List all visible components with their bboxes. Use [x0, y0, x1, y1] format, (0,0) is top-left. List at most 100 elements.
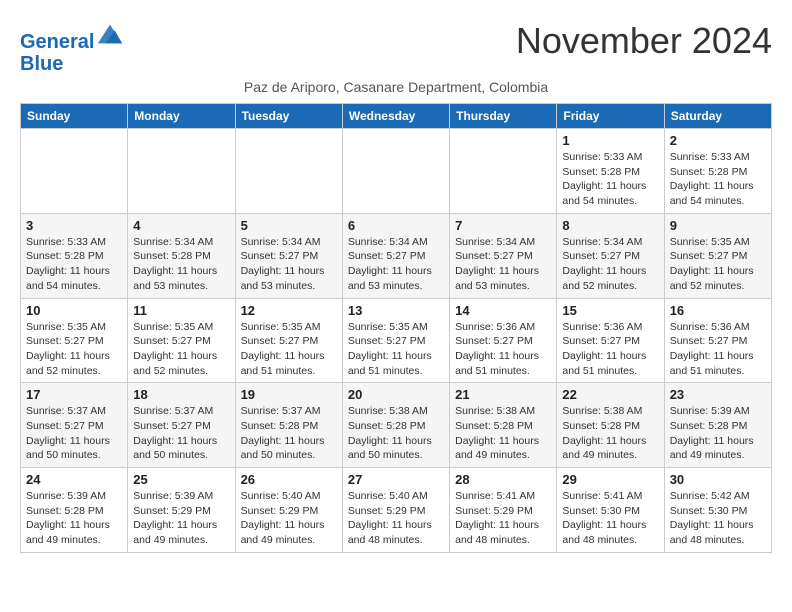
day-info: Sunrise: 5:34 AM Sunset: 5:27 PM Dayligh…	[562, 235, 658, 294]
day-number: 4	[133, 218, 229, 233]
day-number: 21	[455, 387, 551, 402]
day-number: 26	[241, 472, 337, 487]
calendar-cell: 14 Sunrise: 5:36 AM Sunset: 5:27 PM Dayli…	[450, 298, 557, 383]
day-number: 15	[562, 303, 658, 318]
calendar-cell	[450, 129, 557, 214]
day-info: Sunrise: 5:36 AM Sunset: 5:27 PM Dayligh…	[562, 320, 658, 379]
calendar-week-row: 3 Sunrise: 5:33 AM Sunset: 5:28 PM Daylig…	[21, 213, 772, 298]
calendar-cell: 18 Sunrise: 5:37 AM Sunset: 5:27 PM Dayli…	[128, 383, 235, 468]
calendar-cell: 11 Sunrise: 5:35 AM Sunset: 5:27 PM Dayli…	[128, 298, 235, 383]
day-info: Sunrise: 5:41 AM Sunset: 5:29 PM Dayligh…	[455, 489, 551, 548]
page-header: General Blue November 2024	[20, 20, 772, 75]
day-number: 13	[348, 303, 444, 318]
calendar-cell	[235, 129, 342, 214]
day-info: Sunrise: 5:42 AM Sunset: 5:30 PM Dayligh…	[670, 489, 766, 548]
day-number: 19	[241, 387, 337, 402]
day-number: 14	[455, 303, 551, 318]
calendar-week-row: 10 Sunrise: 5:35 AM Sunset: 5:27 PM Dayli…	[21, 298, 772, 383]
calendar-cell: 3 Sunrise: 5:33 AM Sunset: 5:28 PM Daylig…	[21, 213, 128, 298]
day-info: Sunrise: 5:37 AM Sunset: 5:27 PM Dayligh…	[133, 404, 229, 463]
calendar-cell: 16Sunrise: 5:36 AM Sunset: 5:27 PM Dayli…	[664, 298, 771, 383]
day-number: 27	[348, 472, 444, 487]
calendar-cell: 29 Sunrise: 5:41 AM Sunset: 5:30 PM Dayli…	[557, 468, 664, 553]
day-number: 30	[670, 472, 766, 487]
day-number: 2	[670, 133, 766, 148]
day-info: Sunrise: 5:39 AM Sunset: 5:28 PM Dayligh…	[670, 404, 766, 463]
calendar-cell	[128, 129, 235, 214]
calendar-cell: 9 Sunrise: 5:35 AM Sunset: 5:27 PM Daylig…	[664, 213, 771, 298]
calendar-cell: 19 Sunrise: 5:37 AM Sunset: 5:28 PM Dayli…	[235, 383, 342, 468]
day-info: Sunrise: 5:40 AM Sunset: 5:29 PM Dayligh…	[348, 489, 444, 548]
logo-text: General	[20, 20, 124, 53]
calendar-cell: 23 Sunrise: 5:39 AM Sunset: 5:28 PM Dayli…	[664, 383, 771, 468]
day-of-week-header: Friday	[557, 104, 664, 129]
day-number: 17	[26, 387, 122, 402]
calendar-week-row: 17 Sunrise: 5:37 AM Sunset: 5:27 PM Dayli…	[21, 383, 772, 468]
calendar-header-row: SundayMondayTuesdayWednesdayThursdayFrid…	[21, 104, 772, 129]
subtitle: Paz de Ariporo, Casanare Department, Col…	[20, 79, 772, 95]
day-number: 22	[562, 387, 658, 402]
day-number: 10	[26, 303, 122, 318]
calendar-cell: 21 Sunrise: 5:38 AM Sunset: 5:28 PM Dayli…	[450, 383, 557, 468]
logo-blue-text: Blue	[20, 53, 124, 75]
day-info: Sunrise: 5:39 AM Sunset: 5:29 PM Dayligh…	[133, 489, 229, 548]
calendar-cell: 30 Sunrise: 5:42 AM Sunset: 5:30 PM Dayli…	[664, 468, 771, 553]
day-number: 7	[455, 218, 551, 233]
day-info: Sunrise: 5:37 AM Sunset: 5:27 PM Dayligh…	[26, 404, 122, 463]
calendar-cell: 5 Sunrise: 5:34 AM Sunset: 5:27 PM Daylig…	[235, 213, 342, 298]
day-number: 29	[562, 472, 658, 487]
day-number: 11	[133, 303, 229, 318]
calendar-cell: 17 Sunrise: 5:37 AM Sunset: 5:27 PM Dayli…	[21, 383, 128, 468]
calendar-cell: 22 Sunrise: 5:38 AM Sunset: 5:28 PM Dayli…	[557, 383, 664, 468]
day-info: Sunrise: 5:34 AM Sunset: 5:28 PM Dayligh…	[133, 235, 229, 294]
day-info: Sunrise: 5:35 AM Sunset: 5:27 PM Dayligh…	[241, 320, 337, 379]
day-info: Sunrise: 5:38 AM Sunset: 5:28 PM Dayligh…	[348, 404, 444, 463]
day-number: 3	[26, 218, 122, 233]
calendar-cell: 13Sunrise: 5:35 AM Sunset: 5:27 PM Dayli…	[342, 298, 449, 383]
calendar-cell	[342, 129, 449, 214]
day-number: 24	[26, 472, 122, 487]
calendar-cell: 27 Sunrise: 5:40 AM Sunset: 5:29 PM Dayli…	[342, 468, 449, 553]
day-number: 28	[455, 472, 551, 487]
calendar-cell: 6 Sunrise: 5:34 AM Sunset: 5:27 PM Daylig…	[342, 213, 449, 298]
day-number: 5	[241, 218, 337, 233]
day-info: Sunrise: 5:39 AM Sunset: 5:28 PM Dayligh…	[26, 489, 122, 548]
day-number: 12	[241, 303, 337, 318]
calendar-cell	[21, 129, 128, 214]
day-of-week-header: Sunday	[21, 104, 128, 129]
day-info: Sunrise: 5:34 AM Sunset: 5:27 PM Dayligh…	[455, 235, 551, 294]
day-info: Sunrise: 5:35 AM Sunset: 5:27 PM Dayligh…	[133, 320, 229, 379]
day-info: Sunrise: 5:33 AM Sunset: 5:28 PM Dayligh…	[562, 150, 658, 209]
day-number: 6	[348, 218, 444, 233]
day-info: Sunrise: 5:41 AM Sunset: 5:30 PM Dayligh…	[562, 489, 658, 548]
day-info: Sunrise: 5:33 AM Sunset: 5:28 PM Dayligh…	[26, 235, 122, 294]
day-info: Sunrise: 5:40 AM Sunset: 5:29 PM Dayligh…	[241, 489, 337, 548]
calendar-week-row: 1Sunrise: 5:33 AM Sunset: 5:28 PM Daylig…	[21, 129, 772, 214]
day-number: 20	[348, 387, 444, 402]
day-info: Sunrise: 5:35 AM Sunset: 5:27 PM Dayligh…	[26, 320, 122, 379]
calendar-cell: 28 Sunrise: 5:41 AM Sunset: 5:29 PM Dayli…	[450, 468, 557, 553]
day-number: 25	[133, 472, 229, 487]
day-number: 23	[670, 387, 766, 402]
day-info: Sunrise: 5:36 AM Sunset: 5:27 PM Dayligh…	[455, 320, 551, 379]
day-of-week-header: Tuesday	[235, 104, 342, 129]
day-info: Sunrise: 5:34 AM Sunset: 5:27 PM Dayligh…	[241, 235, 337, 294]
calendar-cell: 4 Sunrise: 5:34 AM Sunset: 5:28 PM Daylig…	[128, 213, 235, 298]
day-info: Sunrise: 5:35 AM Sunset: 5:27 PM Dayligh…	[670, 235, 766, 294]
day-info: Sunrise: 5:37 AM Sunset: 5:28 PM Dayligh…	[241, 404, 337, 463]
day-number: 9	[670, 218, 766, 233]
day-of-week-header: Saturday	[664, 104, 771, 129]
month-title: November 2024	[516, 20, 772, 62]
logo-icon	[96, 20, 124, 48]
day-info: Sunrise: 5:38 AM Sunset: 5:28 PM Dayligh…	[562, 404, 658, 463]
day-info: Sunrise: 5:33 AM Sunset: 5:28 PM Dayligh…	[670, 150, 766, 209]
day-of-week-header: Monday	[128, 104, 235, 129]
calendar-cell: 20 Sunrise: 5:38 AM Sunset: 5:28 PM Dayli…	[342, 383, 449, 468]
calendar-cell: 10 Sunrise: 5:35 AM Sunset: 5:27 PM Dayli…	[21, 298, 128, 383]
calendar-cell: 1Sunrise: 5:33 AM Sunset: 5:28 PM Daylig…	[557, 129, 664, 214]
calendar-cell: 26 Sunrise: 5:40 AM Sunset: 5:29 PM Dayli…	[235, 468, 342, 553]
day-info: Sunrise: 5:34 AM Sunset: 5:27 PM Dayligh…	[348, 235, 444, 294]
calendar-cell: 24 Sunrise: 5:39 AM Sunset: 5:28 PM Dayli…	[21, 468, 128, 553]
day-info: Sunrise: 5:38 AM Sunset: 5:28 PM Dayligh…	[455, 404, 551, 463]
day-number: 18	[133, 387, 229, 402]
